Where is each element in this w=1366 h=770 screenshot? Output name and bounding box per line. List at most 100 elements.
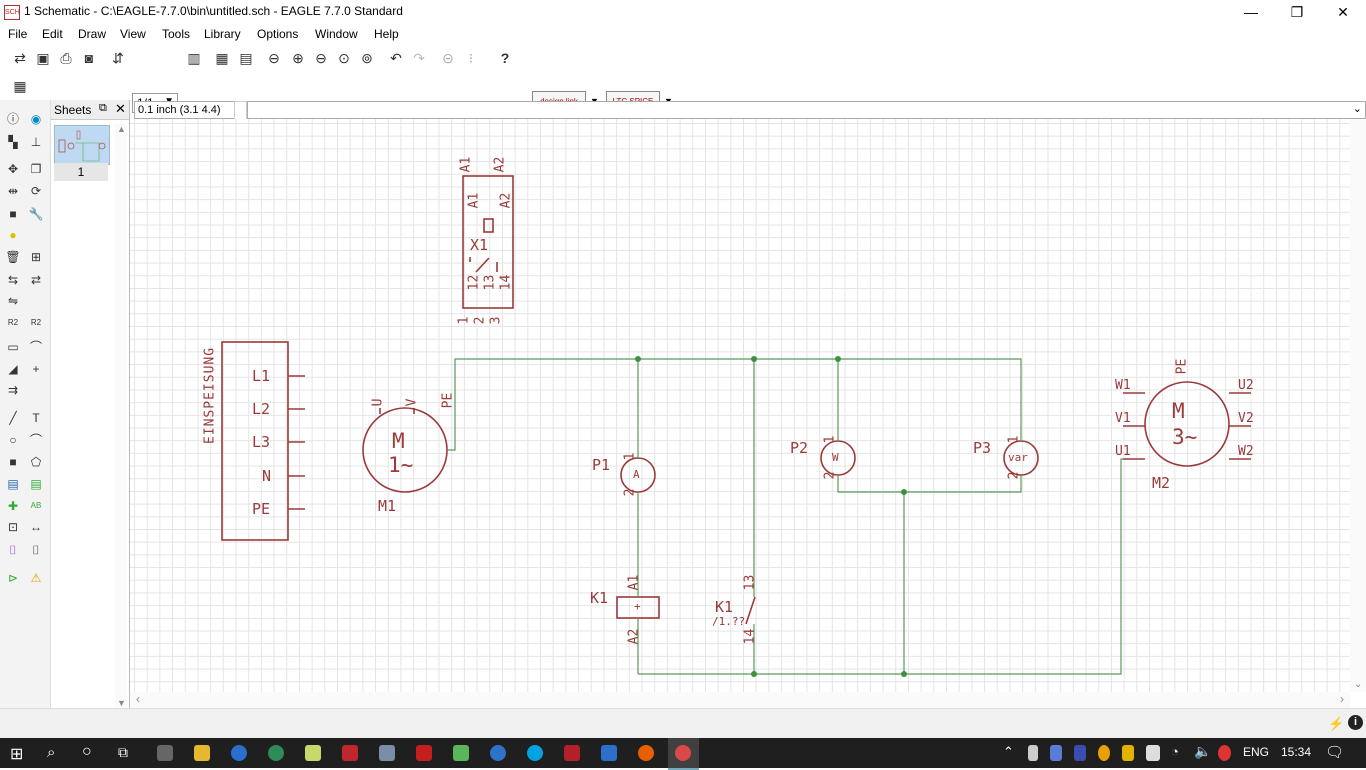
- tray-icon[interactable]: [1074, 745, 1086, 761]
- text-icon[interactable]: T: [27, 409, 45, 427]
- rotate-icon[interactable]: ⟳: [27, 182, 45, 200]
- mirror-icon[interactable]: ⇹: [4, 182, 22, 200]
- taskbar-app-icon[interactable]: [157, 745, 173, 761]
- eagle-taskbar-icon[interactable]: [416, 745, 432, 761]
- menu-view[interactable]: View: [120, 27, 146, 41]
- delete-icon[interactable]: 🗑: [4, 248, 22, 266]
- erc-icon[interactable]: ⊳: [4, 569, 22, 587]
- invoke-icon[interactable]: +: [27, 360, 45, 378]
- circle-icon[interactable]: ○: [4, 431, 22, 449]
- close-icon[interactable]: ✕: [115, 101, 126, 117]
- taskbar-app-icon[interactable]: [490, 745, 506, 761]
- group-icon[interactable]: ■: [4, 205, 22, 223]
- scroll-left-icon[interactable]: ‹: [136, 692, 140, 706]
- file-explorer-icon[interactable]: [194, 745, 210, 761]
- redo-icon[interactable]: ↷: [409, 48, 429, 68]
- warning-icon[interactable]: ⚠: [27, 569, 45, 587]
- cam-icon[interactable]: ◙: [79, 48, 99, 68]
- info-icon[interactable]: ⓘ: [4, 110, 22, 128]
- firefox-icon[interactable]: [638, 745, 654, 761]
- command-history-toggle[interactable]: [234, 101, 247, 120]
- open-icon[interactable]: ⇄: [10, 48, 30, 68]
- mark-icon[interactable]: ⊥: [27, 133, 45, 151]
- zoom-redraw-icon[interactable]: ⊙: [334, 48, 354, 68]
- undo-icon[interactable]: ↶: [386, 48, 406, 68]
- save-icon[interactable]: ▣: [33, 48, 53, 68]
- skype-icon[interactable]: [527, 745, 543, 761]
- cortana-icon[interactable]: ○: [82, 743, 92, 761]
- help-icon[interactable]: ?: [495, 48, 515, 68]
- pinswap-icon[interactable]: ⇆: [4, 271, 22, 289]
- info-icon[interactable]: i: [1348, 715, 1363, 730]
- menu-library[interactable]: Library: [204, 27, 241, 41]
- change-icon[interactable]: 🔧: [27, 205, 45, 223]
- close-button[interactable]: ✕: [1320, 0, 1366, 24]
- sheet-switch-icon[interactable]: ⇵: [108, 48, 128, 68]
- grid-icon[interactable]: ▦: [10, 76, 30, 96]
- dimension-icon[interactable]: ↔: [27, 518, 45, 536]
- battery-icon[interactable]: [1146, 745, 1160, 761]
- menu-draw[interactable]: Draw: [78, 27, 106, 41]
- float-icon[interactable]: ⧉: [99, 102, 107, 115]
- value-icon[interactable]: R2: [27, 314, 45, 332]
- show-icon[interactable]: ◉: [27, 110, 45, 128]
- notification-icon[interactable]: 🗨: [1325, 743, 1344, 761]
- print-icon[interactable]: ⎙: [56, 48, 76, 68]
- split-icon[interactable]: ◢: [4, 360, 22, 378]
- rect-icon[interactable]: ■: [4, 453, 22, 471]
- wifi-icon[interactable]: ◔: [1171, 744, 1179, 759]
- add-icon[interactable]: ⊞: [27, 248, 45, 266]
- name-icon[interactable]: R2: [4, 314, 22, 332]
- arc-icon[interactable]: ⌒: [27, 431, 45, 449]
- menu-edit[interactable]: Edit: [42, 27, 63, 41]
- restore-button[interactable]: ❐: [1274, 0, 1320, 24]
- close-app-icon[interactable]: [342, 745, 358, 761]
- menu-options[interactable]: Options: [257, 27, 298, 41]
- bus-icon[interactable]: ▤: [4, 475, 22, 493]
- miter-icon[interactable]: ⌒: [27, 338, 45, 356]
- sheets-scrollbar[interactable]: ▲ ▼: [115, 124, 127, 708]
- run-icon[interactable]: ▤: [236, 48, 256, 68]
- optimize-icon[interactable]: ⇉: [4, 381, 22, 399]
- net-icon[interactable]: ▤: [27, 475, 45, 493]
- move-icon[interactable]: ✥: [4, 160, 22, 178]
- zoom-select-icon[interactable]: ⊚: [357, 48, 377, 68]
- board-icon[interactable]: ▥: [184, 48, 204, 68]
- schematic-canvas[interactable]: EINSPEISUNG L1 L2 L3 N PE M 1~ M1 U V PE…: [130, 119, 1350, 692]
- replace-icon[interactable]: ⇄: [27, 271, 45, 289]
- zoom-in-icon[interactable]: ⊕: [288, 48, 308, 68]
- tray-icon[interactable]: [1028, 745, 1038, 761]
- calculator-icon[interactable]: [379, 745, 395, 761]
- scroll-up-icon[interactable]: ▲: [117, 124, 126, 134]
- smash-icon[interactable]: ▭: [4, 338, 22, 356]
- sheet-thumbnail[interactable]: [54, 125, 110, 165]
- scroll-right-icon[interactable]: ›: [1340, 692, 1344, 706]
- taskbar-app-icon[interactable]: [453, 745, 469, 761]
- taskbar-app-icon[interactable]: [564, 745, 580, 761]
- scroll-down-icon[interactable]: ⌄: [1354, 679, 1362, 690]
- task-view-icon[interactable]: ⧉: [118, 744, 128, 761]
- search-icon[interactable]: ⌕: [47, 744, 55, 761]
- wire-icon[interactable]: ╱: [4, 409, 22, 427]
- chevron-up-icon[interactable]: ⌃: [1003, 744, 1014, 760]
- tray-icon[interactable]: [1122, 745, 1134, 761]
- gateswap-icon[interactable]: ⇋: [4, 292, 22, 310]
- display-icon[interactable]: ▚: [4, 133, 22, 151]
- paste-icon[interactable]: ●: [4, 226, 22, 244]
- volume-icon[interactable]: 🔈: [1194, 743, 1211, 760]
- modules-icon[interactable]: ⌷: [27, 541, 45, 559]
- zoom-out-icon[interactable]: ⊖: [311, 48, 331, 68]
- stop-icon[interactable]: ⊝: [438, 48, 458, 68]
- polygon-icon[interactable]: ⬠: [27, 453, 45, 471]
- junction-icon[interactable]: ✚: [4, 497, 22, 515]
- scroll-down-icon[interactable]: ▼: [117, 698, 126, 708]
- go-icon[interactable]: ⁝: [461, 48, 481, 68]
- menu-window[interactable]: Window: [315, 27, 358, 41]
- menu-tools[interactable]: Tools: [162, 27, 190, 41]
- tray-icon[interactable]: [1050, 745, 1062, 761]
- tray-icon[interactable]: [1098, 745, 1110, 761]
- canvas-vertical-scrollbar[interactable]: ⌄: [1350, 119, 1366, 692]
- frame-icon[interactable]: ⌷: [4, 541, 22, 559]
- stop-command-icon[interactable]: ⚡: [1328, 716, 1344, 732]
- copy-icon[interactable]: ❐: [27, 160, 45, 178]
